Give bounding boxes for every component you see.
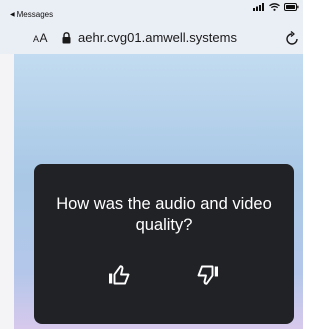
page-left-margin xyxy=(0,54,14,329)
battery-icon xyxy=(284,3,299,11)
thumbs-down-button[interactable] xyxy=(194,261,222,289)
reload-button[interactable] xyxy=(285,30,299,51)
thumbs-up-icon xyxy=(109,265,130,285)
url-field[interactable]: aehr.cvg01.amwell.systems xyxy=(62,30,237,45)
thumbs-up-button[interactable] xyxy=(105,261,133,289)
signal-icon xyxy=(253,3,264,11)
text-size-label-large: A xyxy=(39,31,49,45)
lock-icon xyxy=(62,31,71,43)
quality-feedback-dialog: How was the audio and video quality? xyxy=(34,164,294,324)
dialog-title: How was the audio and video quality? xyxy=(56,195,272,234)
browser-address-bar: AA aehr.cvg01.amwell.systems xyxy=(0,22,303,54)
url-text: aehr.cvg01.amwell.systems xyxy=(78,30,237,45)
status-bar: ◀ Messages xyxy=(0,0,303,22)
back-label: Messages xyxy=(16,10,54,19)
wifi-icon xyxy=(269,3,280,11)
reload-icon xyxy=(286,30,298,45)
thumbs-down-icon xyxy=(197,265,218,285)
back-caret-icon: ◀ xyxy=(10,12,15,18)
text-size-button[interactable]: AA xyxy=(33,31,48,45)
status-icons xyxy=(253,3,299,11)
back-to-messages-link[interactable]: ◀ Messages xyxy=(10,11,53,19)
